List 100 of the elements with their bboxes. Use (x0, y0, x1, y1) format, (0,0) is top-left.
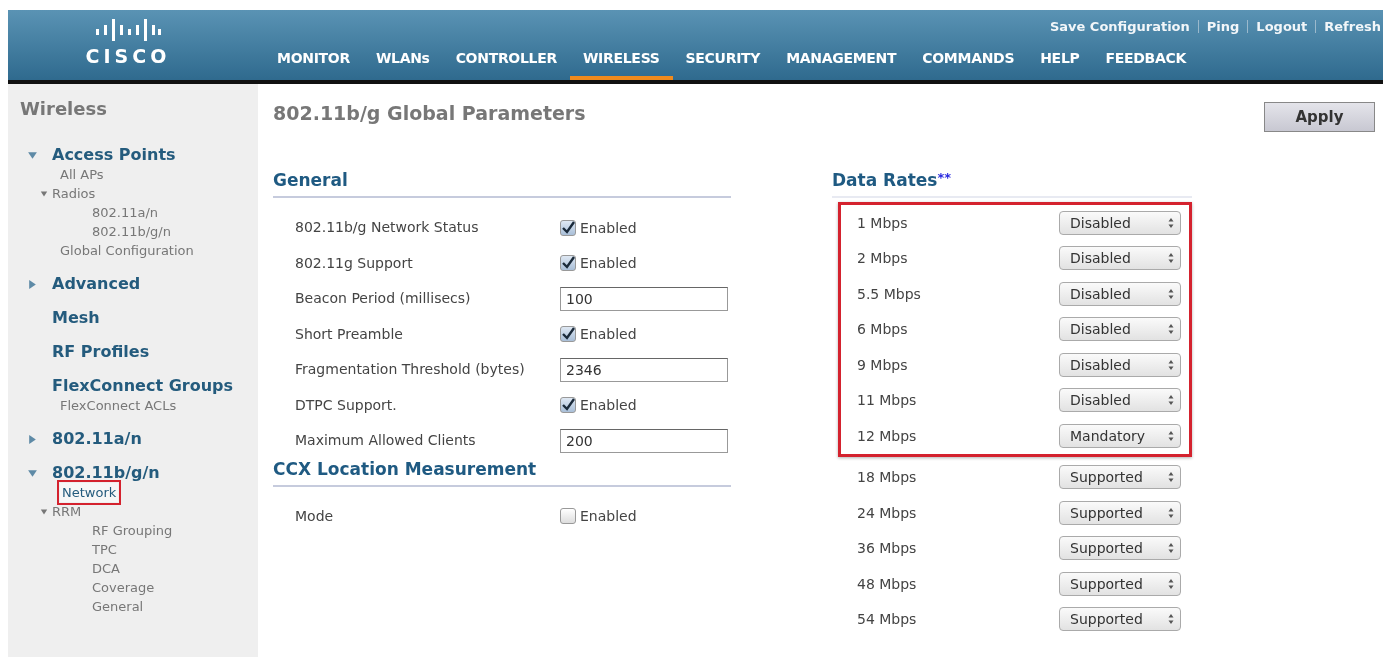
rate-label: 1 Mbps (857, 214, 908, 231)
rate-dropdown[interactable]: Disabled (1059, 281, 1181, 306)
toggle-triangle-icon[interactable] (26, 149, 38, 161)
checkbox-label: Enabled (580, 326, 637, 343)
rate-dropdown[interactable]: Disabled (1059, 352, 1181, 377)
rate-dropdown[interactable]: Disabled (1059, 317, 1181, 342)
up-down-arrows-icon (1168, 506, 1174, 519)
nav-tab[interactable]: FEEDBACK (1092, 42, 1199, 80)
sidebar-item[interactable]: TPC (92, 540, 117, 559)
rate-label: 24 Mbps (857, 504, 917, 521)
toggle-triangle-icon[interactable] (26, 433, 38, 445)
checkbox[interactable] (560, 219, 576, 236)
sidebar-item[interactable]: Advanced (52, 274, 141, 294)
nav-tab[interactable]: COMMANDS (909, 42, 1028, 80)
sidebar-item[interactable]: FlexConnect Groups (52, 376, 234, 396)
checkbox[interactable] (560, 326, 576, 343)
input-field[interactable]: 100 (560, 286, 728, 311)
header-link[interactable]: Refresh (1324, 18, 1381, 34)
sidebar-item[interactable]: RRM (52, 502, 82, 521)
rate-dropdown[interactable]: Supported (1059, 536, 1181, 561)
toggle-triangle-icon[interactable] (26, 278, 38, 290)
toggle-triangle-icon[interactable] (40, 507, 48, 516)
up-down-arrows-icon (1168, 358, 1174, 371)
sidebar-title: Wireless (20, 98, 108, 119)
toggle-triangle-icon[interactable] (40, 189, 48, 198)
up-down-arrows-icon (1168, 252, 1174, 265)
checkbox[interactable] (560, 255, 576, 272)
field-label: 802.11b/g Network Status (295, 220, 480, 236)
field-label: 802.11g Support (295, 255, 414, 271)
nav-tab[interactable]: CONTROLLER (442, 42, 570, 80)
up-down-arrows-icon (1168, 613, 1174, 626)
sidebar-item[interactable]: RF Grouping (92, 521, 173, 540)
sidebar-item[interactable]: 802.11b/g/n (52, 463, 160, 483)
section-heading: General (273, 170, 731, 198)
rate-label: 11 Mbps (857, 392, 917, 409)
up-down-arrows-icon (1168, 471, 1174, 484)
sidebar-item[interactable]: Radios (52, 184, 96, 203)
header-link[interactable]: Save Configuration (1049, 18, 1190, 34)
checkbox[interactable] (560, 508, 576, 525)
checkbox-label: Enabled (580, 397, 637, 414)
toggle-triangle-icon[interactable] (26, 467, 38, 479)
sidebar-item[interactable]: 802.11a/n (92, 203, 159, 222)
rate-label: 6 Mbps (857, 321, 908, 338)
page-title: 802.11b/g Global Parameters (273, 102, 586, 124)
header-link[interactable]: Ping (1206, 18, 1240, 34)
sidebar-item[interactable]: Global Configuration (60, 241, 194, 260)
nav-tab[interactable]: HELP (1027, 42, 1093, 80)
nav-tab[interactable]: MONITOR (264, 42, 363, 80)
rate-dropdown[interactable]: Disabled (1059, 388, 1181, 413)
sidebar-item[interactable]: Mesh (52, 308, 100, 328)
rate-label: 18 Mbps (857, 469, 917, 486)
field-label: Mode (295, 508, 335, 524)
rate-label: 36 Mbps (857, 540, 917, 557)
nav-tab[interactable]: WIRELESS (569, 42, 673, 80)
logo-bars-icon (95, 19, 161, 41)
rate-label: 9 Mbps (857, 356, 908, 373)
sidebar-item[interactable]: Network (60, 483, 119, 502)
rate-dropdown[interactable]: Supported (1059, 607, 1181, 632)
header-link[interactable]: Logout (1256, 18, 1308, 34)
footnote-mark: ** (937, 170, 952, 185)
nav-tab[interactable]: SECURITY (672, 42, 774, 80)
rate-dropdown[interactable]: Supported (1059, 465, 1181, 490)
rate-dropdown[interactable]: Disabled (1059, 210, 1181, 235)
rate-dropdown[interactable]: Disabled (1059, 246, 1181, 271)
up-down-arrows-icon (1168, 216, 1174, 229)
up-down-arrows-icon (1168, 323, 1174, 336)
rate-label: 12 Mbps (857, 427, 917, 444)
nav-tab[interactable]: WLANs (362, 42, 443, 80)
checkbox-label: Enabled (580, 255, 637, 272)
section-heading: Data Rates (832, 170, 938, 190)
rate-dropdown[interactable]: Mandatory (1059, 423, 1181, 448)
up-down-arrows-icon (1168, 577, 1174, 590)
section-heading: CCX Location Measurement (273, 458, 731, 487)
up-down-arrows-icon (1168, 429, 1174, 442)
sidebar-item[interactable]: RF Profiles (52, 342, 150, 362)
checkbox[interactable] (560, 397, 576, 414)
sidebar-item[interactable]: Access Points (52, 145, 176, 165)
input-field[interactable]: 2346 (560, 357, 728, 382)
rate-label: 48 Mbps (857, 575, 917, 592)
sidebar-item[interactable]: 802.11b/g/n (92, 222, 171, 241)
input-field[interactable]: 200 (560, 428, 728, 453)
sidebar-item[interactable]: DCA (92, 559, 120, 578)
sidebar-item[interactable]: General (92, 597, 144, 616)
sidebar-item[interactable]: 802.11a/n (52, 429, 142, 449)
field-label: Beacon Period (millisecs) (295, 291, 472, 307)
up-down-arrows-icon (1168, 287, 1174, 300)
logo-text: CISCO (85, 45, 171, 67)
up-down-arrows-icon (1168, 542, 1174, 555)
checkbox-label: Enabled (580, 219, 637, 236)
field-label: Short Preamble (295, 326, 404, 342)
apply-button[interactable]: Apply (1264, 102, 1375, 132)
sidebar-item[interactable]: FlexConnect ACLs (60, 396, 177, 415)
nav-tab[interactable]: MANAGEMENT (773, 42, 910, 80)
rate-label: 2 Mbps (857, 250, 908, 267)
sidebar-item[interactable]: All APs (60, 165, 104, 184)
rate-label: 54 Mbps (857, 611, 917, 628)
rate-dropdown[interactable]: Supported (1059, 500, 1181, 525)
field-label: Maximum Allowed Clients (295, 433, 477, 449)
rate-dropdown[interactable]: Supported (1059, 571, 1181, 596)
sidebar-item[interactable]: Coverage (92, 578, 155, 597)
